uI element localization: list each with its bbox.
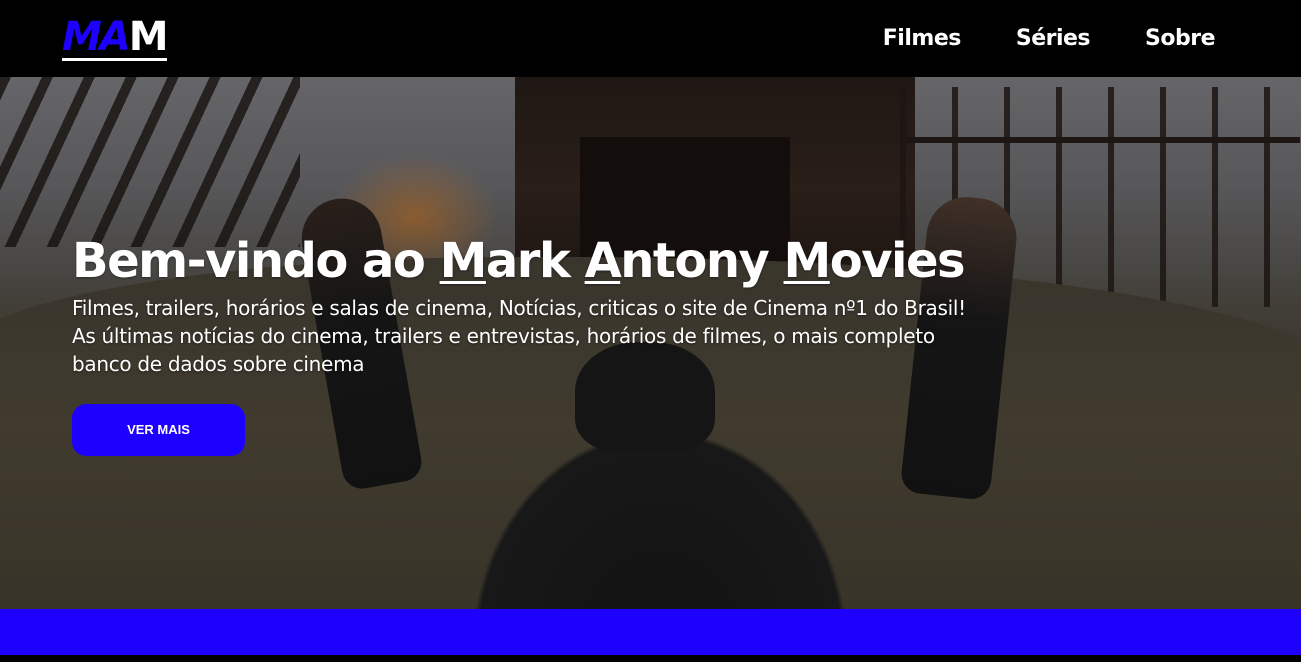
- hero-title-word-mark: ark: [485, 233, 585, 289]
- page-bottom-strip: [0, 655, 1301, 662]
- hero-title: Bem-vindo ao Mark Antony Movies: [72, 235, 972, 288]
- ver-mais-button[interactable]: VER MAIS: [72, 403, 245, 456]
- hero-title-initial-m2: M: [783, 233, 832, 289]
- site-logo[interactable]: MA M: [62, 13, 169, 61]
- hero-title-prefix: Bem-vindo ao: [72, 233, 440, 289]
- hero-title-initial-a: A: [584, 233, 622, 289]
- hero-content: Bem-vindo ao Mark Antony Movies Filmes, …: [72, 235, 972, 456]
- nav-link-series[interactable]: Séries: [1016, 26, 1091, 51]
- main-nav: Filmes Séries Sobre: [883, 26, 1216, 51]
- logo-accent-text: MA: [62, 13, 131, 60]
- hero-title-word-movies: ovies: [829, 233, 966, 289]
- hero-description: Filmes, trailers, horários e salas de ci…: [72, 295, 966, 376]
- hero-title-word-antony: ntony: [620, 233, 784, 289]
- site-header: MA M Filmes Séries Sobre: [0, 0, 1301, 77]
- nav-link-filmes[interactable]: Filmes: [883, 26, 962, 51]
- nav-link-sobre[interactable]: Sobre: [1145, 26, 1215, 51]
- logo-rest-text: M: [128, 13, 169, 60]
- hero-banner: Bem-vindo ao Mark Antony Movies Filmes, …: [0, 77, 1301, 609]
- accent-band: [0, 609, 1301, 655]
- hero-title-initial-m: M: [439, 233, 488, 289]
